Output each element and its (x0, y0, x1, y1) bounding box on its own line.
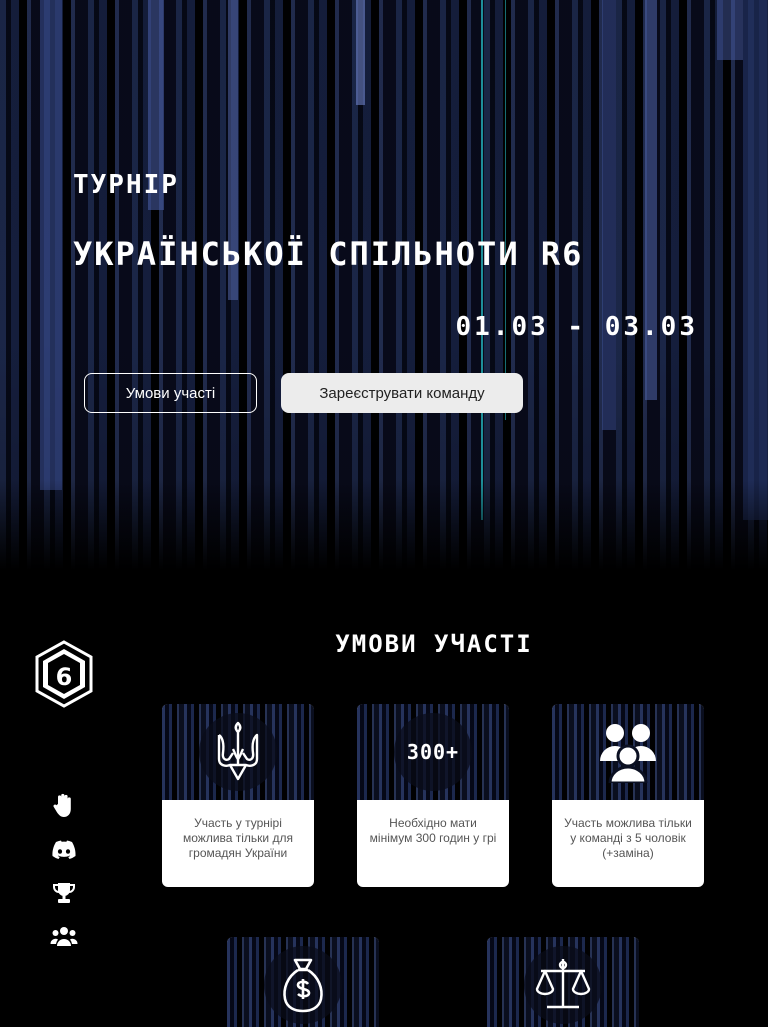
condition-card: Участь можлива тільки у команді з 5 чоло… (552, 704, 704, 887)
group-icon (589, 713, 667, 791)
card-image (227, 937, 379, 1027)
hours-badge-text: 300+ (406, 740, 460, 764)
card-image (162, 704, 314, 800)
trident-icon (199, 713, 277, 791)
hero-streak (505, 0, 506, 420)
conditions-title: УМОВИ УЧАСТІ (335, 630, 533, 658)
hero-streak (356, 0, 365, 105)
card-image (487, 937, 639, 1027)
card-text: Необхідно мати мінімум 300 годин у грі (369, 816, 497, 845)
card-text: Участь у турнірі можлива тільки для гром… (183, 816, 293, 860)
hero-subtitle: ТУРНІР (73, 170, 179, 200)
register-team-button[interactable]: Зареєструвати команду (281, 373, 523, 413)
hero-streak (40, 0, 62, 490)
card-text: Участь можлива тільки у команді з 5 чоло… (564, 816, 692, 860)
hero-streak (717, 0, 743, 60)
discord-icon[interactable] (50, 836, 78, 864)
rainbow-six-logo[interactable]: 6 (33, 640, 95, 708)
hours-badge: 300+ (394, 713, 472, 791)
hero-title: УКРАЇНСЬКОЇ СПІЛЬНОТИ R6 (73, 235, 584, 273)
card-image (552, 704, 704, 800)
hand-icon[interactable] (50, 792, 78, 820)
scales-icon (524, 945, 602, 1024)
condition-card (227, 937, 379, 1027)
hero-streak (743, 0, 768, 520)
hero-streak (602, 0, 616, 430)
conditions-button[interactable]: Умови участі (84, 373, 257, 413)
trophy-icon[interactable] (50, 879, 78, 907)
hero-section: ТУРНІР УКРАЇНСЬКОЇ СПІЛЬНОТИ R6 01.03 - … (0, 0, 768, 570)
condition-card: Участь у турнірі можлива тільки для гром… (162, 704, 314, 887)
hero-dates: 01.03 - 03.03 (455, 312, 698, 342)
hero-fade (0, 480, 768, 570)
condition-card (487, 937, 639, 1027)
card-image: 300+ (357, 704, 509, 800)
money-bag-icon (264, 945, 342, 1024)
condition-card: 300+ Необхідно мати мінімум 300 годин у … (357, 704, 509, 887)
svg-text:6: 6 (56, 663, 73, 691)
users-icon[interactable] (50, 922, 78, 950)
